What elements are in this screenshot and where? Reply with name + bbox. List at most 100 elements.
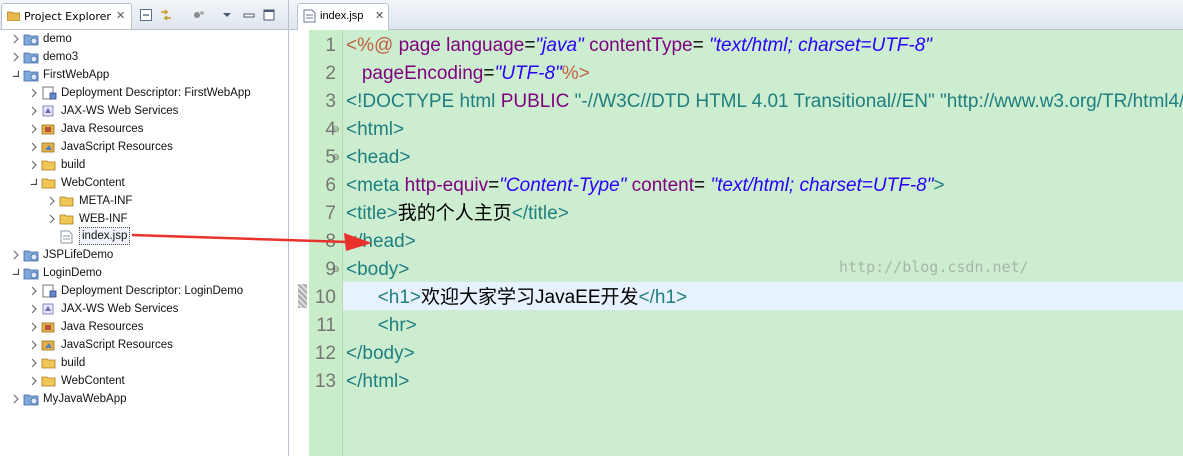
expand-arrow-closed-icon[interactable] <box>12 246 21 264</box>
tree-item[interactable]: Java Resources <box>0 318 288 336</box>
fold-toggle-icon[interactable]: ⊖ <box>332 116 340 144</box>
tree-item-label: WebContent <box>61 375 125 387</box>
tree-item[interactable]: Deployment Descriptor: FirstWebApp <box>0 84 288 102</box>
expand-arrow-closed-icon[interactable] <box>48 192 57 210</box>
code-line[interactable]: </body> <box>346 340 415 368</box>
tree-item[interactable]: index.jsp <box>0 227 288 246</box>
code-line[interactable]: <head> <box>346 144 410 172</box>
tree-item[interactable]: Java Resources <box>0 120 288 138</box>
tree-item[interactable]: JavaScript Resources <box>0 138 288 156</box>
expand-arrow-closed-icon[interactable] <box>30 372 39 390</box>
tab-label: Project Explorer <box>24 10 111 23</box>
tree-item-label: demo3 <box>43 51 79 63</box>
code-line[interactable]: <title>我的个人主页</title> <box>346 200 569 228</box>
tree-item-label: JAX-WS Web Services <box>61 105 179 117</box>
filter-icon[interactable] <box>192 8 206 22</box>
tab-project-explorer[interactable]: Project Explorer ✕ <box>1 3 132 29</box>
line-number: 1 <box>325 35 336 56</box>
expand-arrow-closed-icon[interactable] <box>30 318 39 336</box>
code-token: contentType <box>589 35 693 56</box>
tree-item[interactable]: WEB-INF <box>0 210 288 228</box>
expand-arrow-open-icon[interactable] <box>12 66 21 84</box>
folder-icon <box>41 374 57 388</box>
tree-item[interactable]: JAX-WS Web Services <box>0 300 288 318</box>
tree-item[interactable]: build <box>0 156 288 174</box>
expand-arrow-closed-icon[interactable] <box>12 48 21 66</box>
tree-item-label: JavaScript Resources <box>61 141 173 153</box>
folder-icon <box>41 158 57 172</box>
code-token: content <box>631 175 694 196</box>
expand-arrow-closed-icon[interactable] <box>48 210 57 228</box>
code-token: html <box>459 91 501 112</box>
code-token: <meta <box>346 175 405 196</box>
fold-toggle-icon[interactable]: ⊖ <box>332 256 340 284</box>
close-icon[interactable]: ✕ <box>116 9 125 22</box>
expand-arrow-closed-icon[interactable] <box>30 138 39 156</box>
tree-item[interactable]: WebContent <box>0 372 288 390</box>
collapse-all-icon[interactable] <box>139 8 153 22</box>
code-token: </html> <box>346 371 410 392</box>
code-token: <head> <box>346 147 411 168</box>
tree-item[interactable]: META-INF <box>0 192 288 210</box>
expand-arrow-closed-icon[interactable] <box>12 390 21 408</box>
code-token: "-//W3C//DTD HTML 4.01 Transitional//EN"… <box>574 91 1183 112</box>
javascript-resources-icon <box>41 140 57 154</box>
expand-arrow-open-icon[interactable] <box>30 174 39 192</box>
expand-arrow-closed-icon[interactable] <box>30 84 39 102</box>
code-line[interactable]: </head> <box>346 228 416 256</box>
code-line[interactable]: <%@ page language="java" contentType= "t… <box>346 32 932 60</box>
tree-item[interactable]: FirstWebApp <box>0 66 288 84</box>
minimize-icon[interactable] <box>242 8 256 22</box>
expand-arrow-closed-icon[interactable] <box>30 300 39 318</box>
tree-item[interactable]: demo <box>0 30 288 48</box>
watermark-text: http://blog.csdn.net/ <box>839 258 1029 276</box>
tree-item-label: LoginDemo <box>43 267 102 279</box>
maximize-icon[interactable] <box>262 8 276 22</box>
expand-arrow-closed-icon[interactable] <box>30 102 39 120</box>
tree-item[interactable]: JAX-WS Web Services <box>0 102 288 120</box>
tree-item[interactable]: WebContent <box>0 174 288 192</box>
line-number: 13 <box>314 371 336 392</box>
expand-arrow-closed-icon[interactable] <box>30 156 39 174</box>
link-with-editor-icon[interactable] <box>159 8 173 22</box>
expand-arrow-closed-icon[interactable] <box>30 354 39 372</box>
fold-toggle-icon[interactable]: ⊖ <box>332 144 340 172</box>
expand-arrow-closed-icon[interactable] <box>30 336 39 354</box>
code-line[interactable]: <!DOCTYPE html PUBLIC "-//W3C//DTD HTML … <box>346 88 1183 116</box>
code-line[interactable]: <meta http-equiv="Content-Type" content=… <box>346 172 945 200</box>
expand-arrow-closed-icon[interactable] <box>30 282 39 300</box>
tree-item[interactable]: Deployment Descriptor: LoginDemo <box>0 282 288 300</box>
code-line[interactable]: <hr> <box>346 312 417 340</box>
tree-item[interactable]: JSPLifeDemo <box>0 246 288 264</box>
code-token: </head> <box>346 231 416 252</box>
code-token: "Content-Type" <box>499 175 627 196</box>
tree-item[interactable]: build <box>0 354 288 372</box>
tree-item-label: MyJavaWebApp <box>43 393 127 405</box>
code-line[interactable]: </html> <box>346 368 409 396</box>
view-menu-icon[interactable] <box>220 8 234 22</box>
code-line[interactable]: <body> <box>346 256 409 284</box>
code-line[interactable]: <h1>欢迎大家学习JavaEE开发</h1> <box>346 284 687 312</box>
code-token: 我的个人主页 <box>397 203 512 224</box>
tab-index-jsp[interactable]: index.jsp ✕ <box>297 3 389 30</box>
folder-icon <box>59 194 75 208</box>
jsp-file-icon <box>303 9 316 23</box>
code-token: <title> <box>346 203 398 224</box>
code-line[interactable]: pageEncoding="UTF-8"%> <box>346 60 590 88</box>
code-token: <html> <box>346 119 405 140</box>
code-token: %> <box>561 63 590 84</box>
tree-item[interactable]: demo3 <box>0 48 288 66</box>
code-line[interactable]: <html> <box>346 116 404 144</box>
tree-item-label: META-INF <box>79 195 133 207</box>
expand-arrow-closed-icon[interactable] <box>12 30 21 48</box>
close-icon[interactable]: ✕ <box>375 9 384 22</box>
code-token: </title> <box>511 203 569 224</box>
code-editor[interactable]: http://blog.csdn.net/ <%@ page language=… <box>343 30 1183 456</box>
expand-arrow-open-icon[interactable] <box>12 264 21 282</box>
tree-item[interactable]: MyJavaWebApp <box>0 390 288 408</box>
tree-item[interactable]: JavaScript Resources <box>0 336 288 354</box>
project-icon <box>23 392 39 406</box>
expand-arrow-closed-icon[interactable] <box>30 120 39 138</box>
tree-item[interactable]: LoginDemo <box>0 264 288 282</box>
